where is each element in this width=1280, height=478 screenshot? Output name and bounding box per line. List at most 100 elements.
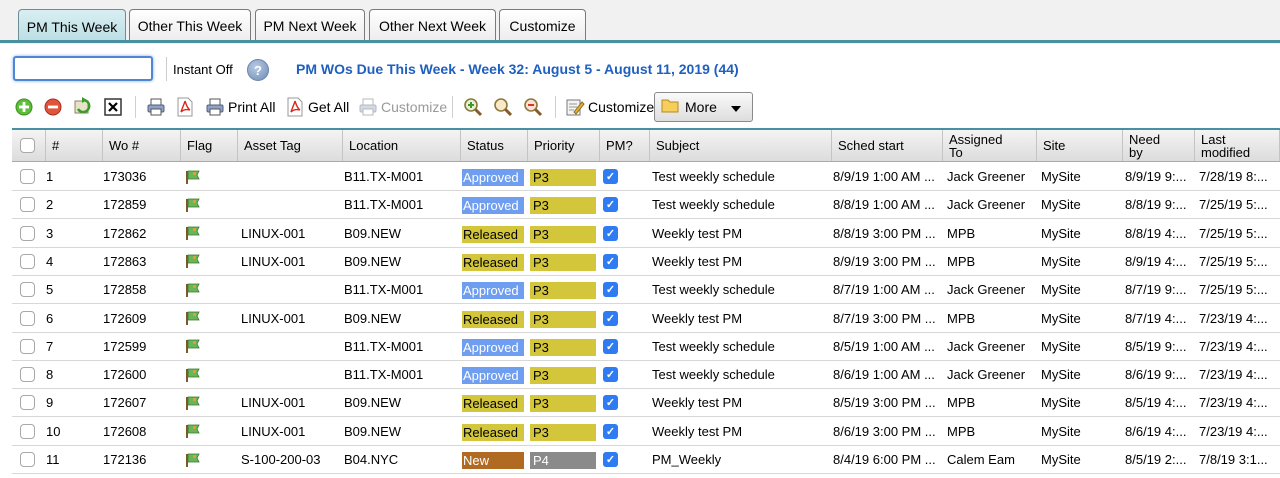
row-asset-tag[interactable]: LINUX-001 bbox=[241, 389, 341, 416]
table-row[interactable]: 4 172863 LINUX-001 B09.NEW Released P3 ✓… bbox=[12, 247, 1280, 276]
header-last-modified[interactable]: Last modified bbox=[1195, 130, 1280, 161]
header-wo[interactable]: Wo # bbox=[103, 130, 181, 161]
row-flag[interactable] bbox=[185, 220, 215, 247]
row-select[interactable] bbox=[20, 446, 40, 473]
row-flag[interactable] bbox=[185, 163, 215, 190]
refresh-button[interactable] bbox=[73, 94, 93, 120]
search-button[interactable] bbox=[493, 94, 513, 120]
more-dropdown[interactable]: More bbox=[654, 92, 753, 122]
row-checkbox[interactable] bbox=[20, 452, 35, 467]
row-wo-number[interactable]: 172858 bbox=[103, 276, 179, 303]
row-wo-number[interactable]: 172599 bbox=[103, 333, 179, 360]
header-assigned-to[interactable]: Assigned To bbox=[943, 130, 1037, 161]
row-select[interactable] bbox=[20, 220, 40, 247]
header-select-all[interactable] bbox=[12, 130, 46, 161]
row-checkbox[interactable] bbox=[20, 367, 35, 383]
header-asset-tag[interactable]: Asset Tag bbox=[238, 130, 343, 161]
row-wo-number[interactable]: 172863 bbox=[103, 248, 179, 275]
row-wo-number[interactable]: 173036 bbox=[103, 163, 179, 190]
close-button[interactable] bbox=[103, 94, 123, 120]
row-checkbox[interactable] bbox=[20, 169, 35, 184]
row-flag[interactable] bbox=[185, 248, 215, 275]
row-flag[interactable] bbox=[185, 305, 215, 332]
get-all-button[interactable]: Get All bbox=[285, 94, 349, 120]
row-location[interactable]: B11.TX-M001 bbox=[344, 276, 460, 303]
table-row[interactable]: 10 172608 LINUX-001 B09.NEW Released P3 … bbox=[12, 417, 1280, 446]
search-input[interactable] bbox=[13, 56, 153, 81]
row-asset-tag[interactable] bbox=[241, 191, 341, 218]
row-location[interactable]: B09.NEW bbox=[344, 220, 460, 247]
header-status[interactable]: Status bbox=[461, 130, 528, 161]
row-asset-tag[interactable] bbox=[241, 361, 341, 388]
row-wo-number[interactable]: 172609 bbox=[103, 305, 179, 332]
help-icon[interactable]: ? bbox=[247, 59, 269, 81]
row-flag[interactable] bbox=[185, 389, 215, 416]
row-location[interactable]: B09.NEW bbox=[344, 418, 460, 445]
row-location[interactable]: B11.TX-M001 bbox=[344, 191, 460, 218]
row-location[interactable]: B11.TX-M001 bbox=[344, 333, 460, 360]
table-row[interactable]: 1 173036 B11.TX-M001 Approved P3 ✓ Test … bbox=[12, 163, 1280, 191]
row-wo-number[interactable]: 172607 bbox=[103, 389, 179, 416]
table-row[interactable]: 11 172136 S-100-200-03 B04.NYC New P4 ✓ … bbox=[12, 446, 1280, 474]
row-wo-number[interactable]: 172859 bbox=[103, 191, 179, 218]
header-priority[interactable]: Priority bbox=[528, 130, 600, 161]
row-wo-number[interactable]: 172862 bbox=[103, 220, 179, 247]
row-wo-number[interactable]: 172136 bbox=[103, 446, 179, 473]
row-location[interactable]: B11.TX-M001 bbox=[344, 361, 460, 388]
row-checkbox[interactable] bbox=[20, 395, 35, 411]
tab-other-next-week[interactable]: Other Next Week bbox=[369, 9, 496, 42]
zoom-out-button[interactable] bbox=[523, 94, 543, 120]
row-asset-tag[interactable]: LINUX-001 bbox=[241, 220, 341, 247]
customize-print-button[interactable]: Customize bbox=[358, 94, 447, 120]
select-all-checkbox[interactable] bbox=[20, 138, 35, 153]
row-asset-tag[interactable]: LINUX-001 bbox=[241, 305, 341, 332]
print-button[interactable] bbox=[146, 94, 166, 120]
row-asset-tag[interactable]: S-100-200-03 bbox=[241, 446, 341, 473]
row-flag[interactable] bbox=[185, 418, 215, 445]
row-flag[interactable] bbox=[185, 333, 215, 360]
row-checkbox[interactable] bbox=[20, 310, 35, 326]
tab-pm-next-week[interactable]: PM Next Week bbox=[255, 9, 365, 42]
table-row[interactable]: 5 172858 B11.TX-M001 Approved P3 ✓ Test … bbox=[12, 276, 1280, 305]
row-asset-tag[interactable] bbox=[241, 163, 341, 190]
header-sched-start[interactable]: Sched start bbox=[832, 130, 943, 161]
row-select[interactable] bbox=[20, 248, 40, 275]
row-checkbox[interactable] bbox=[20, 253, 35, 269]
row-flag[interactable] bbox=[185, 276, 215, 303]
header-subject[interactable]: Subject bbox=[650, 130, 832, 161]
row-select[interactable] bbox=[20, 163, 40, 190]
header-need-by[interactable]: Need by bbox=[1123, 130, 1195, 161]
row-flag[interactable] bbox=[185, 191, 215, 218]
row-select[interactable] bbox=[20, 333, 40, 360]
header-pm[interactable]: PM? bbox=[600, 130, 650, 161]
table-row[interactable]: 2 172859 B11.TX-M001 Approved P3 ✓ Test … bbox=[12, 191, 1280, 220]
row-location[interactable]: B09.NEW bbox=[344, 248, 460, 275]
row-checkbox[interactable] bbox=[20, 225, 35, 241]
tab-customize[interactable]: Customize bbox=[499, 9, 586, 42]
table-row[interactable]: 8 172600 B11.TX-M001 Approved P3 ✓ Test … bbox=[12, 361, 1280, 390]
zoom-in-button[interactable] bbox=[463, 94, 483, 120]
tab-other-this-week[interactable]: Other This Week bbox=[129, 9, 251, 42]
row-asset-tag[interactable]: LINUX-001 bbox=[241, 418, 341, 445]
row-select[interactable] bbox=[20, 389, 40, 416]
customize-button[interactable]: Customize bbox=[565, 94, 654, 120]
row-wo-number[interactable]: 172608 bbox=[103, 418, 179, 445]
tab-pm-this-week[interactable]: PM This Week bbox=[18, 9, 126, 43]
row-flag[interactable] bbox=[185, 446, 215, 473]
row-select[interactable] bbox=[20, 361, 40, 388]
row-asset-tag[interactable] bbox=[241, 333, 341, 360]
row-select[interactable] bbox=[20, 305, 40, 332]
row-wo-number[interactable]: 172600 bbox=[103, 361, 179, 388]
delete-button[interactable] bbox=[43, 94, 63, 120]
print-all-button[interactable]: Print All bbox=[205, 94, 275, 120]
instant-toggle[interactable]: Instant Off bbox=[166, 57, 239, 81]
table-row[interactable]: 6 172609 LINUX-001 B09.NEW Released P3 ✓… bbox=[12, 304, 1280, 333]
header-num[interactable]: # bbox=[46, 130, 103, 161]
row-location[interactable]: B11.TX-M001 bbox=[344, 163, 460, 190]
row-select[interactable] bbox=[20, 418, 40, 445]
add-button[interactable] bbox=[14, 94, 34, 120]
header-site[interactable]: Site bbox=[1037, 130, 1123, 161]
header-location[interactable]: Location bbox=[343, 130, 461, 161]
row-location[interactable]: B09.NEW bbox=[344, 305, 460, 332]
pdf-button[interactable] bbox=[175, 94, 195, 120]
